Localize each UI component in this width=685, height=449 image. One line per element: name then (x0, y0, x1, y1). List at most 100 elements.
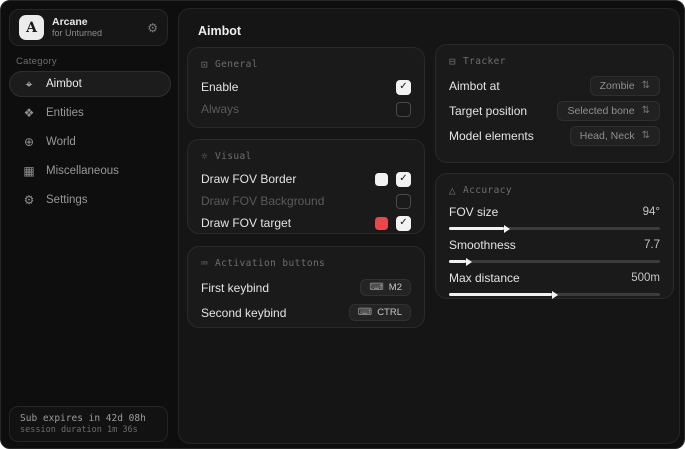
general-card: ⊡ General Enable ✓ Always ✓ (187, 47, 425, 128)
slider-thumb[interactable] (449, 227, 504, 230)
dropdown-value: Selected bone (567, 105, 634, 117)
sidebar-item-label: Settings (46, 194, 88, 206)
dropdown-aimbot-at[interactable]: Zombie ⇅ (590, 76, 660, 96)
brand-text: Arcane for Unturned (52, 16, 102, 38)
dropdown-value: Head, Neck (580, 130, 635, 142)
tracker-icon: ⊟ (449, 55, 456, 68)
sidebar-item-label: Miscellaneous (46, 165, 119, 177)
setting-label: Draw FOV Background (201, 194, 324, 208)
sidebar-item-world[interactable]: ⊕ World (9, 129, 171, 155)
sidebar-item-settings[interactable]: ⚙ Settings (9, 187, 171, 213)
sidebar-item-miscellaneous[interactable]: ▦ Miscellaneous (9, 158, 171, 184)
slider-group-fov-size: FOV size 94° (449, 204, 660, 230)
tracker-card: ⊟ Tracker Aimbot at Zombie ⇅ Target posi… (435, 44, 674, 163)
check-icon: ✓ (399, 82, 407, 92)
chevron-up-down-icon: ⇅ (642, 130, 650, 141)
keybind-value: M2 (389, 282, 402, 293)
setting-row-fov-background: Draw FOV Background ✓ (201, 190, 411, 212)
setting-row-second-keybind: Second keybind ⌨ CTRL (201, 300, 411, 325)
setting-label: Always (201, 102, 239, 116)
brand-card: A Arcane for Unturned ⚙ (9, 9, 168, 46)
slider-label: Smoothness (449, 238, 516, 252)
category-label: Category (16, 56, 57, 67)
checkbox-fov-background[interactable]: ✓ (396, 194, 411, 209)
slider-group-max-distance: Max distance 500m (449, 270, 660, 296)
keyboard-icon: ⌨ (358, 307, 372, 318)
setting-row-enable: Enable ✓ (201, 76, 411, 98)
activation-header: ⌨ Activation buttons (201, 257, 411, 270)
sidebar-item-aimbot[interactable]: ⌖ Aimbot (9, 71, 171, 97)
setting-label: Model elements (449, 129, 534, 143)
general-header-label: General (215, 59, 258, 70)
sidebar: A Arcane for Unturned ⚙ Category ⌖ Aimbo… (1, 1, 175, 448)
keybind-button-first[interactable]: ⌨ M2 (360, 279, 411, 296)
chevron-up-down-icon: ⇅ (642, 105, 650, 116)
slider-max-distance[interactable] (449, 293, 660, 296)
slider-smoothness[interactable] (449, 260, 660, 263)
setting-label: Second keybind (201, 306, 286, 320)
slider-value: 94° (643, 206, 660, 218)
miscellaneous-icon: ▦ (22, 164, 36, 178)
color-swatch-fov-target[interactable] (375, 217, 388, 230)
visual-icon: ☼ (201, 150, 208, 163)
keybind-value: CTRL (377, 307, 402, 318)
app-window: A Arcane for Unturned ⚙ Category ⌖ Aimbo… (0, 0, 685, 449)
slider-group-smoothness: Smoothness 7.7 (449, 237, 660, 263)
setting-row-model-elements: Model elements Head, Neck ⇅ (449, 123, 660, 148)
entities-icon: ❖ (22, 106, 36, 120)
sidebar-item-label: Aimbot (46, 78, 82, 90)
slider-label: Max distance (449, 271, 520, 285)
general-header: ⊡ General (201, 58, 411, 71)
setting-label: Draw FOV target (201, 216, 291, 230)
slider-value: 500m (631, 272, 660, 284)
setting-label: Aimbot at (449, 79, 500, 93)
checkbox-fov-target[interactable]: ✓ (396, 216, 411, 231)
slider-thumb[interactable] (449, 260, 466, 263)
checkbox-always[interactable]: ✓ (396, 102, 411, 117)
setting-label: Draw FOV Border (201, 172, 296, 186)
chevron-up-down-icon: ⇅ (642, 80, 650, 91)
app-logo: A (19, 15, 44, 40)
app-subtitle: for Unturned (52, 28, 102, 38)
setting-row-fov-border: Draw FOV Border ✓ (201, 168, 411, 190)
sidebar-nav: ⌖ Aimbot ❖ Entities ⊕ World ▦ Miscellane… (9, 71, 171, 213)
activation-card: ⌨ Activation buttons First keybind ⌨ M2 … (187, 246, 425, 328)
accuracy-header-label: Accuracy (463, 185, 512, 196)
sub-expiry-text: Sub expires in 42d 08h (20, 413, 157, 424)
sidebar-item-label: World (46, 136, 76, 148)
dropdown-model-elements[interactable]: Head, Neck ⇅ (570, 126, 660, 146)
tracker-header-label: Tracker (463, 56, 506, 67)
check-icon: ✓ (399, 218, 407, 228)
slider-thumb[interactable] (449, 293, 552, 296)
visual-card: ☼ Visual Draw FOV Border ✓ Draw FOV Back… (187, 139, 425, 234)
slider-fov-size[interactable] (449, 227, 660, 230)
color-swatch-fov-border[interactable] (375, 173, 388, 186)
keyboard-icon: ⌨ (369, 282, 383, 293)
world-icon: ⊕ (22, 135, 36, 149)
visual-header-label: Visual (215, 151, 252, 162)
checkbox-fov-border[interactable]: ✓ (396, 172, 411, 187)
general-icon: ⊡ (201, 58, 208, 71)
gear-icon[interactable]: ⚙ (147, 21, 158, 35)
setting-row-first-keybind: First keybind ⌨ M2 (201, 275, 411, 300)
check-icon: ✓ (399, 174, 407, 184)
session-duration-text: session duration 1m 36s (20, 425, 157, 435)
setting-row-target-position: Target position Selected bone ⇅ (449, 98, 660, 123)
slider-value: 7.7 (644, 239, 660, 251)
setting-label: Target position (449, 104, 527, 118)
tracker-header: ⊟ Tracker (449, 55, 660, 68)
checkbox-enable[interactable]: ✓ (396, 80, 411, 95)
dropdown-target-position[interactable]: Selected bone ⇅ (557, 101, 660, 121)
accuracy-card: △ Accuracy FOV size 94° Smoothness 7.7 (435, 173, 674, 299)
keybind-button-second[interactable]: ⌨ CTRL (349, 304, 411, 321)
sidebar-item-entities[interactable]: ❖ Entities (9, 100, 171, 126)
page-title: Aimbot (198, 24, 241, 38)
setting-label: Enable (201, 80, 238, 94)
setting-row-fov-target: Draw FOV target ✓ (201, 212, 411, 234)
setting-row-always: Always ✓ (201, 98, 411, 120)
accuracy-header: △ Accuracy (449, 184, 660, 197)
setting-row-aimbot-at: Aimbot at Zombie ⇅ (449, 73, 660, 98)
setting-label: First keybind (201, 281, 269, 295)
dropdown-value: Zombie (600, 80, 635, 92)
subscription-card: Sub expires in 42d 08h session duration … (9, 406, 168, 442)
